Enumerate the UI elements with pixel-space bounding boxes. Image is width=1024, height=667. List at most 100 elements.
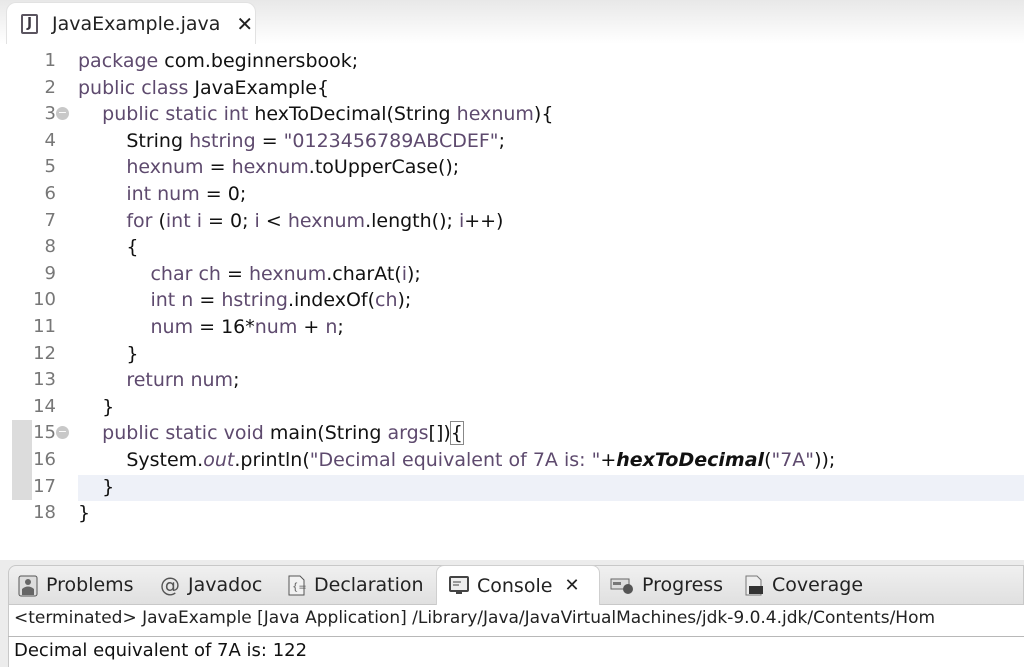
code-text: String hstring = "0123456789ABCDEF"; [78, 128, 505, 154]
fold-toggle-icon[interactable]: − [56, 426, 69, 440]
line-number: 6 [44, 183, 56, 204]
code-token: )); [814, 449, 836, 471]
code-line[interactable]: 2 public class JavaExample{ [0, 75, 1024, 101]
fold-toggle-icon[interactable]: − [56, 107, 69, 121]
line-number: 13 [33, 369, 56, 391]
code-token: public class [78, 76, 189, 99]
coverage-icon [744, 575, 764, 596]
code-line[interactable]: 9 char ch = hexnum.charAt(i); [0, 261, 1024, 287]
code-line[interactable]: 7 for (int i = 0; i < hexnum.length(); i… [0, 208, 1024, 234]
progress-icon [610, 575, 634, 595]
code-line[interactable]: 4 String hstring = "0123456789ABCDEF"; [0, 128, 1024, 154]
code-token: for [78, 209, 153, 232]
code-line[interactable]: 11 num = 16*num + n; [0, 314, 1024, 340]
code-line[interactable]: 12 } [0, 341, 1024, 367]
tab-console[interactable]: Console ✕ [436, 565, 600, 605]
code-token: String [78, 129, 190, 152]
code-token: .length(); [365, 209, 459, 232]
code-token: System. [78, 449, 204, 471]
tab-progress[interactable]: Progress [610, 565, 723, 605]
java-file-icon: J [21, 13, 38, 34]
line-number: 12 [33, 342, 56, 364]
code-token: ++) [464, 209, 504, 232]
code-token: hexToDecimal [616, 449, 765, 471]
code-token: args [387, 422, 429, 445]
code-token: } [78, 475, 115, 498]
code-token: = 16* [193, 316, 255, 338]
code-token: = [203, 156, 232, 179]
console-output: Decimal equivalent of 7A is: 122 [14, 640, 308, 661]
code-text: } [78, 474, 114, 500]
code-token: hexToDecimal(String [248, 103, 457, 126]
code-token: hexnum [248, 262, 327, 285]
code-token: + [600, 449, 617, 471]
code-token: []) [428, 422, 451, 445]
code-line[interactable]: 6 int num = 0; [0, 181, 1024, 207]
code-token: ; [337, 316, 344, 338]
code-line[interactable]: 1 package com.beginnersbook; [0, 48, 1024, 74]
code-token: .toUpperCase(); [308, 156, 460, 179]
editor-tab-java-example[interactable]: J JavaExample.java ✕ [6, 2, 256, 44]
svg-text:{=: {= [292, 582, 306, 593]
code-line[interactable]: 18} [0, 500, 1024, 526]
code-token: hstring [189, 129, 256, 152]
tab-problems[interactable]: Problems [18, 565, 134, 605]
code-text: public static void main(String args[]){ [78, 420, 464, 446]
code-token: ch [375, 289, 398, 312]
code-text: num = 16*num + n; [78, 314, 344, 340]
line-number: 9 [44, 262, 56, 284]
code-line[interactable]: 15− public static void main(String args[… [0, 420, 1024, 446]
code-token: com.beginnersbook; [158, 50, 359, 72]
code-line[interactable]: 5 hexnum = hexnum.toUpperCase(); [0, 154, 1024, 180]
code-token: ( [152, 209, 166, 232]
code-line[interactable]: 13 return num; [0, 367, 1024, 393]
tab-label: Coverage [772, 574, 864, 596]
code-token: n [181, 289, 194, 312]
console-icon [449, 575, 469, 596]
code-token: { [78, 236, 139, 259]
tab-declaration[interactable]: {= Declaration [286, 565, 424, 605]
console-divider [8, 636, 1024, 637]
code-text: System.out.println("Decimal equivalent o… [78, 447, 835, 473]
problems-icon [18, 575, 38, 597]
code-token: char [78, 262, 193, 285]
code-token: public static int [78, 103, 249, 126]
code-text: public class JavaExample{ [78, 75, 329, 101]
line-number: 5 [44, 156, 56, 178]
code-token: hexnum [456, 103, 534, 126]
console-status-line: <terminated> JavaExample [Java Applicati… [14, 608, 936, 628]
code-text: { [78, 234, 138, 260]
tab-label: Progress [642, 574, 724, 596]
code-token: hstring [221, 289, 288, 312]
code-text: } [78, 394, 114, 420]
line-number: 3 [44, 103, 56, 125]
code-token: ){ [533, 103, 554, 126]
close-icon[interactable]: ✕ [236, 12, 253, 36]
tab-label: Problems [46, 574, 134, 596]
code-text: package com.beginnersbook; [78, 48, 358, 74]
code-line[interactable]: 17 } [0, 474, 1024, 500]
tab-coverage[interactable]: Coverage [744, 565, 863, 605]
code-line[interactable]: 14 } [0, 394, 1024, 420]
close-icon[interactable]: ✕ [564, 575, 579, 596]
code-token: .indexOf( [287, 289, 376, 312]
code-token: } [78, 502, 91, 525]
code-token: { [449, 421, 464, 446]
code-line[interactable]: 10 int n = hstring.indexOf(ch); [0, 287, 1024, 313]
code-token: = [220, 262, 249, 285]
tab-label: Console [477, 574, 553, 597]
line-number: 7 [44, 209, 56, 231]
code-line[interactable]: 3− public static int hexToDecimal(String… [0, 101, 1024, 127]
code-line[interactable]: 8 { [0, 234, 1024, 260]
code-token: } [78, 342, 139, 365]
line-number: 16 [33, 449, 56, 470]
tab-label: Declaration [314, 574, 424, 596]
code-line[interactable]: 16 System.out.println("Decimal equivalen… [0, 447, 1024, 473]
line-number: 15 [33, 422, 56, 444]
code-text: return num; [78, 367, 239, 393]
code-token: < [259, 209, 288, 232]
tab-javadoc[interactable]: @ Javadoc [160, 565, 262, 605]
code-token: public static void [78, 422, 264, 445]
